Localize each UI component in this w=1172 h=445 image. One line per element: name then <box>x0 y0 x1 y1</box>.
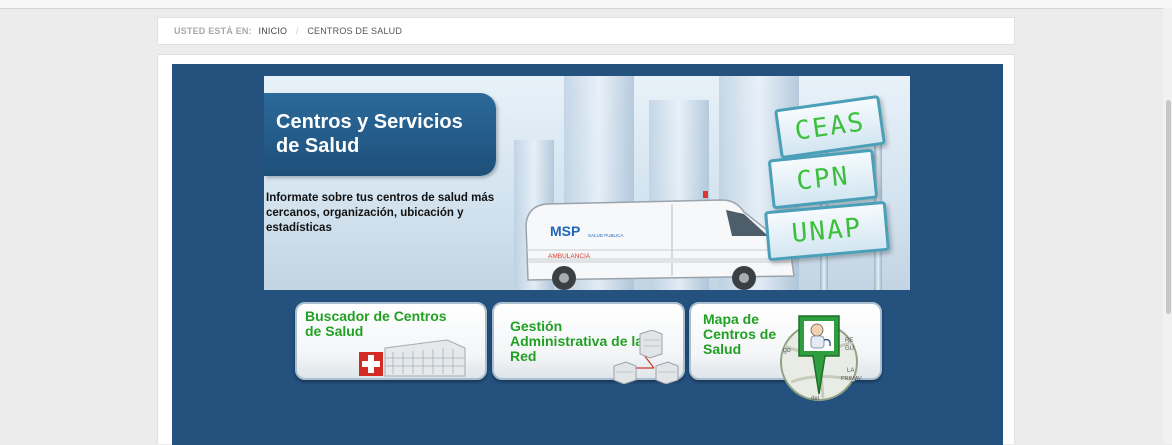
map-pin-icon: go RE GU LA PRIMAV del <box>780 315 862 402</box>
svg-text:MSP: MSP <box>550 223 580 239</box>
svg-text:PRIMAV: PRIMAV <box>841 376 862 382</box>
breadcrumb-home-link[interactable]: INICIO <box>259 26 288 36</box>
banner-title-box: Centros y Servicios de Salud <box>264 93 496 176</box>
svg-text:LA: LA <box>847 368 854 374</box>
scrollbar-thumb[interactable] <box>1166 100 1171 314</box>
vertical-scrollbar[interactable] <box>1163 8 1172 444</box>
mapa-centros-button[interactable]: Mapa de Centros de Salud go RE GU LA PRI… <box>689 302 882 402</box>
svg-text:go: go <box>783 347 791 354</box>
gestion-administrativa-button[interactable]: Gestión Administrativa de la Red <box>492 302 685 384</box>
banner-image: Centros y Servicios de Salud Informate s… <box>264 76 910 290</box>
svg-text:RE: RE <box>845 338 853 344</box>
buscador-label: Buscador de Centros de Salud <box>305 308 447 339</box>
svg-text:SALUD PUBLICA: SALUD PUBLICA <box>588 233 624 238</box>
banner-title: Centros y Servicios de Salud <box>276 111 463 157</box>
breadcrumb-prefix: USTED ESTÁ EN: <box>174 26 252 36</box>
breadcrumb-current: CENTROS DE SALUD <box>307 26 403 36</box>
banner-subtitle: Informate sobre tus centros de salud más… <box>266 192 495 234</box>
sign-unap: UNAP <box>764 200 890 262</box>
browser-top-edge <box>0 0 1172 9</box>
svg-text:GU: GU <box>845 346 854 352</box>
sign-cpn: CPN <box>767 148 879 210</box>
network-buildings-icon <box>613 330 679 384</box>
centros-panel: Centros y Servicios de Salud Informate s… <box>172 64 1003 445</box>
breadcrumb: USTED ESTÁ EN: INICIO / CENTROS DE SALUD <box>157 17 1015 45</box>
ambulance-side-text: AMBULANCIA <box>548 253 591 260</box>
breadcrumb-separator: / <box>295 26 299 36</box>
svg-text:del: del <box>811 396 819 402</box>
buscador-centros-button[interactable]: Buscador de Centros de Salud <box>295 302 487 380</box>
main-content: Centros y Servicios de Salud Informate s… <box>157 54 1015 445</box>
hospital-building-icon <box>359 339 466 377</box>
